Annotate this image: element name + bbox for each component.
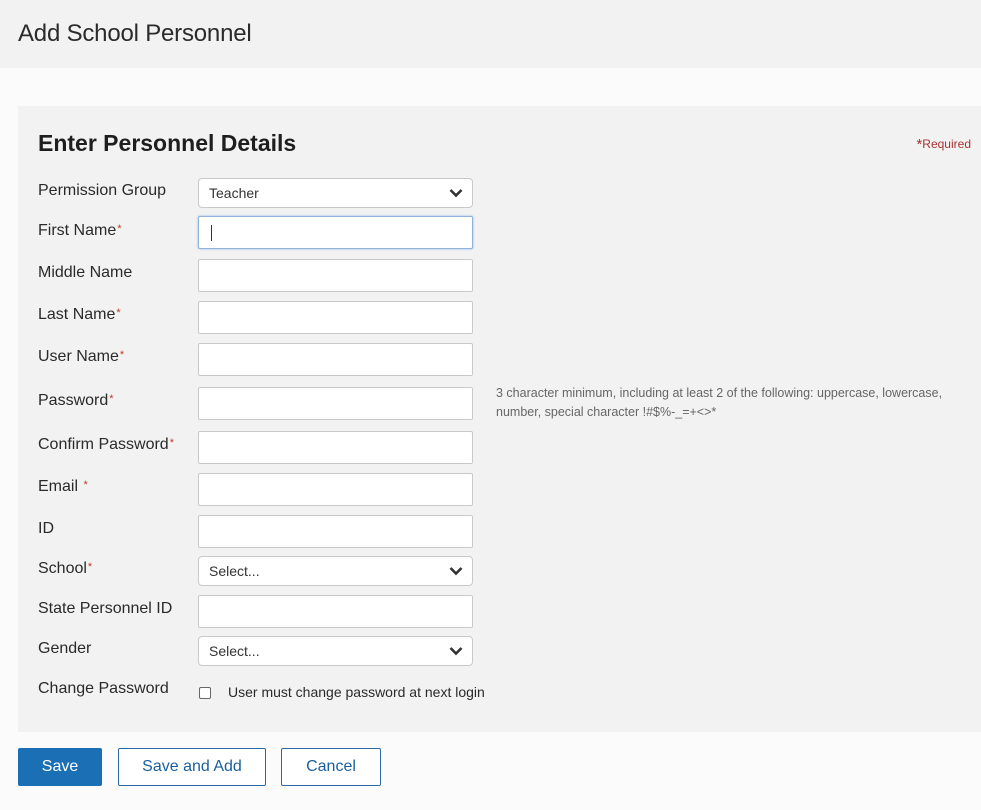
password-hint: 3 character minimum, including at least … <box>496 386 943 419</box>
confirm-password-label: Confirm Password* <box>38 436 174 453</box>
password-input[interactable] <box>198 387 473 420</box>
email-label: Email * <box>38 478 88 495</box>
cancel-button[interactable]: Cancel <box>281 748 381 786</box>
id-label: ID <box>38 520 54 537</box>
text-cursor <box>211 225 212 241</box>
email-input[interactable] <box>198 473 473 506</box>
password-label: Password* <box>38 392 114 409</box>
school-select[interactable]: Select... <box>198 556 473 586</box>
user-name-input[interactable] <box>198 343 473 376</box>
chevron-down-icon <box>449 567 463 576</box>
permission-group-label: Permission Group <box>38 182 167 199</box>
save-button[interactable]: Save <box>18 748 102 786</box>
first-name-label: First Name* <box>38 222 122 239</box>
change-password-checkbox-label[interactable]: User must change password at next login <box>228 684 485 700</box>
state-personnel-id-label: State Personnel ID <box>38 600 173 617</box>
personnel-details-panel: Enter Personnel Details *Required Permis… <box>18 106 981 732</box>
confirm-password-input[interactable] <box>198 431 473 464</box>
state-personnel-id-input[interactable] <box>198 595 473 628</box>
school-label: School* <box>38 560 93 577</box>
required-note: *Required <box>916 136 971 153</box>
page-header: Add School Personnel <box>0 0 981 68</box>
chevron-down-icon <box>449 647 463 656</box>
user-name-label: User Name* <box>38 348 125 365</box>
last-name-input[interactable] <box>198 301 473 334</box>
gender-select[interactable]: Select... <box>198 636 473 666</box>
change-password-label: Change Password <box>38 680 169 697</box>
middle-name-label: Middle Name <box>38 264 133 281</box>
section-title: Enter Personnel Details <box>38 130 297 156</box>
middle-name-input[interactable] <box>198 259 473 292</box>
chevron-down-icon <box>449 189 463 198</box>
gender-label: Gender <box>38 640 92 657</box>
id-input[interactable] <box>198 515 473 548</box>
page-title: Add School Personnel <box>18 20 252 47</box>
change-password-checkbox[interactable] <box>199 687 211 699</box>
first-name-input[interactable] <box>198 216 473 249</box>
last-name-label: Last Name* <box>38 306 121 323</box>
permission-group-select[interactable]: Teacher <box>198 178 473 208</box>
save-and-add-button[interactable]: Save and Add <box>118 748 266 786</box>
